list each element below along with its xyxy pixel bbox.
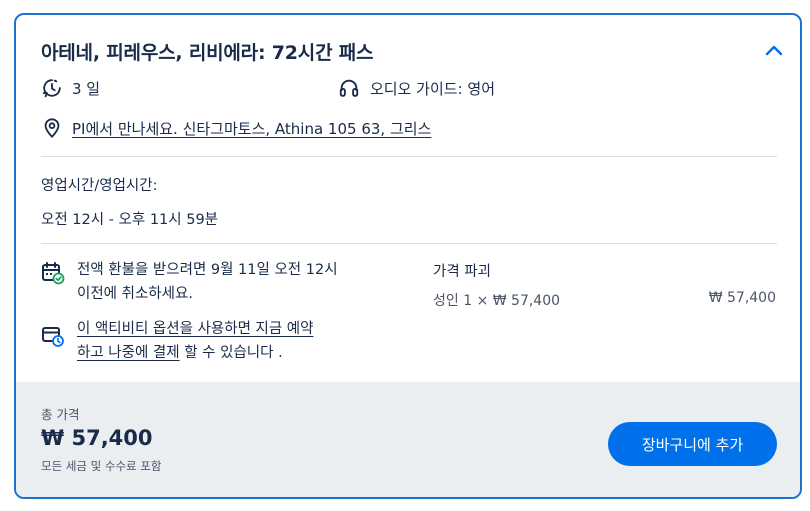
meeting-point-row: PI에서 만나세요. 신타그마토스, Athina 105 63, 그리스	[41, 117, 431, 139]
reserve-link[interactable]: 이 액티비티 옵션을 사용하면 지금 예약	[77, 321, 313, 337]
collapse-button[interactable]	[764, 41, 784, 59]
divider	[41, 156, 777, 157]
price-footer: 총 가격 ₩ 57,400 모든 세금 및 수수료 포함 장바구니에 추가	[16, 382, 800, 497]
reserve-now-pay-later: 이 액티비티 옵션을 사용하면 지금 예약 하고 나중에 결제 할 수 있습니다…	[77, 317, 313, 365]
cancellation-line: 전액 환불을 받으려면 9월 11일 오전 12시	[77, 262, 338, 278]
cancellation-policy: 전액 환불을 받으려면 9월 11일 오전 12시 이전에 취소하세요.	[77, 258, 338, 306]
hours-label: 영업시간/영업시간:	[41, 178, 158, 194]
audio-guide-row: 오디오 가이드: 영어	[338, 77, 495, 99]
price-line-label: 성인 1 × ₩ 57,400	[433, 293, 561, 309]
headphones-icon	[338, 77, 360, 99]
add-to-cart-button[interactable]: 장바구니에 추가	[608, 422, 777, 466]
price-line-total: ₩ 57,400	[708, 290, 776, 306]
divider	[41, 243, 777, 244]
chevron-up-icon	[765, 45, 783, 56]
calendar-check-icon	[41, 261, 65, 285]
meeting-point-link[interactable]: PI에서 만나세요. 신타그마토스, Athina 105 63, 그리스	[72, 118, 431, 139]
option-title: 아테네, 피레우스, 리비에라: 72시간 패스	[41, 42, 374, 64]
clock-icon	[41, 77, 63, 99]
location-pin-icon	[41, 117, 63, 139]
reserve-link[interactable]: 하고 나중에 결제	[77, 345, 180, 361]
duration-row: 3 일	[41, 77, 100, 99]
activity-option-card: 아테네, 피레우스, 리비에라: 72시간 패스 3 일 오디오 가이드: 영어	[14, 13, 802, 499]
tax-note: 모든 세금 및 수수료 포함	[41, 459, 162, 473]
total-price-label: 총 가격	[41, 407, 80, 422]
duration-text: 3 일	[72, 79, 101, 98]
reserve-suffix: 할 수 있습니다 .	[179, 345, 283, 361]
hours-value: 오전 12시 - 오후 11시 59분	[41, 212, 219, 228]
cancellation-line: 이전에 취소하세요.	[77, 286, 193, 302]
total-price: ₩ 57,400	[41, 426, 153, 450]
audio-guide-text: 오디오 가이드: 영어	[370, 79, 495, 98]
pay-later-icon	[41, 324, 65, 348]
price-breakdown-title: 가격 파괴	[433, 264, 491, 280]
